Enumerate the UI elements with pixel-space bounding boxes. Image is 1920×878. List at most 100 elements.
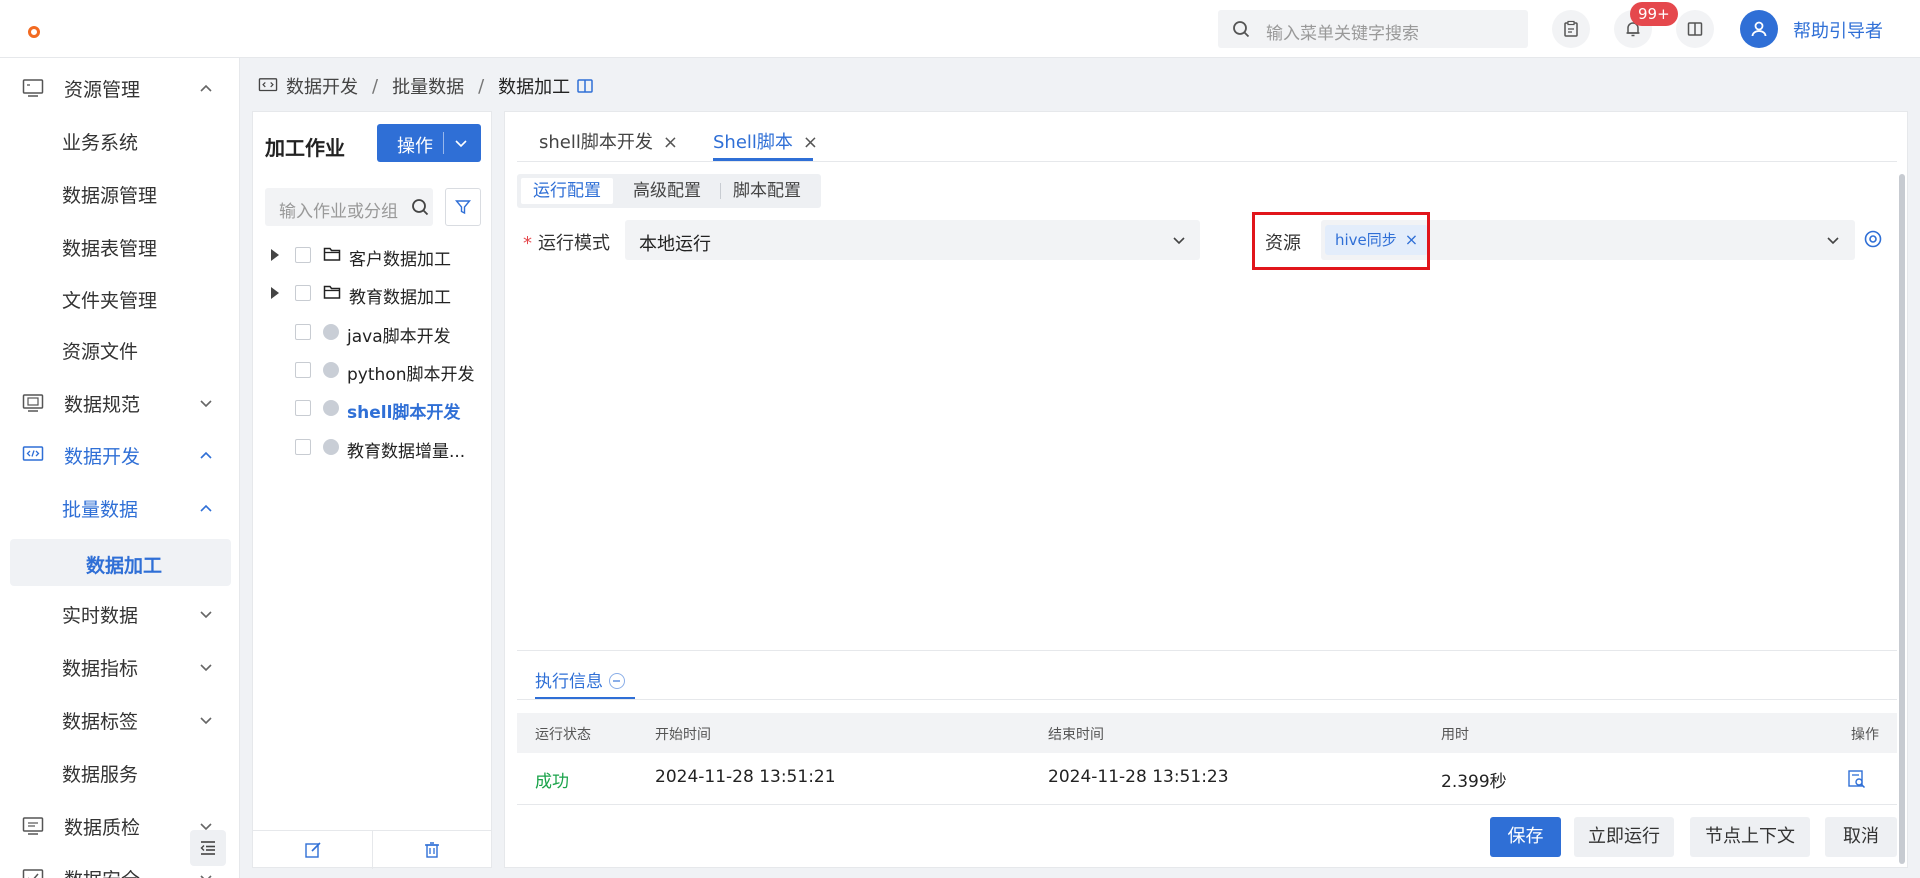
tab-advanced-config[interactable]: 高级配置 [621,178,713,204]
highlight-annotation-box [1252,212,1430,270]
run-status: 成功 [535,772,569,792]
monitor-icon [22,79,44,97]
tab-label: shell脚本开发 [539,132,653,153]
table-row: 成功 2024-11-28 13:51:21 2024-11-28 13:51:… [517,753,1897,805]
sidebar-item-data-service[interactable]: 数据服务 [0,751,239,795]
tree-checkbox[interactable] [295,439,311,455]
run-now-button[interactable]: 立即运行 [1574,817,1674,857]
sidebar-item-data-development[interactable]: 数据开发 [0,433,239,477]
filter-button[interactable] [445,188,481,226]
tab-close-icon[interactable]: × [803,132,818,153]
tab-script-config[interactable]: 脚本配置 [721,178,813,204]
trash-icon [425,842,439,858]
tree-node-label: python脚本开发 [347,365,475,385]
expand-caret-icon[interactable] [271,287,279,299]
breadcrumb-separator: / [478,75,485,97]
tab-run-config[interactable]: 运行配置 [521,178,613,204]
divider [517,699,1897,700]
main-panel: shell脚本开发 × Shell脚本 × 运行配置 高级配置 脚本配置 * 运行模式… [504,111,1908,868]
tree-node-job[interactable]: java脚本开发 [265,313,491,351]
help-doc-button[interactable] [1676,10,1714,48]
doc-book-icon[interactable] [576,77,594,95]
tree-node-label: 教育数据增量... [347,442,466,462]
tree-node-folder[interactable]: 教育数据加工 [265,274,491,312]
operation-dropdown-button[interactable]: 操作 [377,124,481,162]
save-button[interactable]: 保存 [1490,817,1561,857]
menu-search-input[interactable]: 输入菜单关键字搜索 [1218,10,1528,48]
edit-button[interactable] [253,831,372,869]
sidebar-item-datasource[interactable]: 数据源管理 [0,172,239,216]
sidebar-item-data-metric[interactable]: 数据指标 [0,645,239,689]
sidebar-item-datatable[interactable]: 数据表管理 [0,225,239,269]
scrollbar[interactable] [1899,174,1905,864]
sidebar-item-data-processing[interactable]: 数据加工 [10,539,231,586]
job-status-dot-icon [323,400,339,416]
tab-shell-script-dev[interactable]: shell脚本开发 × [539,128,678,154]
search-placeholder: 输入作业或分组 [279,202,398,222]
tree-node-job[interactable]: 教育数据增量... [265,428,491,466]
active-tab-indicator [713,158,813,161]
folder-icon [323,285,341,299]
sidebar-item-realtime-data[interactable]: 实时数据 [0,592,239,636]
user-icon [1751,21,1767,37]
tab-close-icon[interactable]: × [663,132,678,153]
tree-checkbox[interactable] [295,400,311,416]
user-name[interactable]: 帮助引导者 [1793,17,1883,43]
settings-icon[interactable] [1863,229,1883,249]
tab-exec-info[interactable]: 执行信息 [535,667,625,692]
job-status-dot-icon [323,362,339,378]
job-panel-footer [253,830,491,869]
node-context-button[interactable]: 节点上下文 [1690,817,1810,857]
sidebar-item-label: 数据源管理 [62,184,158,207]
duration: 2.399秒 [1441,772,1507,792]
cancel-button[interactable]: 取消 [1825,817,1897,857]
sidebar-item-data-tag[interactable]: 数据标签 [0,698,239,742]
tree-checkbox[interactable] [295,362,311,378]
delete-button[interactable] [372,831,491,869]
job-status-dot-icon [323,324,339,340]
tab-label: Shell脚本 [713,132,793,153]
sidebar-item-batch-data[interactable]: 批量数据 [0,486,239,530]
sidebar-item-label: 数据安全 [64,865,140,878]
sidebar-item-label: 资源管理 [64,78,141,101]
chevron-down-icon [200,400,212,408]
tab-shell-script[interactable]: Shell脚本 × [713,128,818,154]
sidebar-item-business-system[interactable]: 业务系统 [0,119,239,163]
collapse-minus-icon[interactable] [609,673,625,689]
tree-node-job-selected[interactable]: shell脚本开发 [265,389,491,427]
sidebar-item-data-standard[interactable]: 数据规范 [0,381,239,425]
view-log-icon[interactable] [1847,769,1867,789]
app-logo[interactable] [28,26,40,38]
search-icon [1233,21,1250,38]
sidebar-collapse-button[interactable] [190,830,226,866]
tree-checkbox[interactable] [295,247,311,263]
sidebar-item-folder[interactable]: 文件夹管理 [0,277,239,321]
sidebar-item-resource-file[interactable]: 资源文件 [0,328,239,372]
tree-checkbox[interactable] [295,324,311,340]
sidebar-item-resource-management[interactable]: 资源管理 [0,66,239,110]
tree-node-job[interactable]: python脚本开发 [265,351,491,389]
run-mode-select[interactable]: 本地运行 [625,220,1200,260]
tree-node-folder[interactable]: 客户数据加工 [265,236,491,274]
code-monitor-icon [258,78,278,92]
chevron-down-icon [200,717,212,725]
task-button[interactable] [1552,10,1590,48]
column-header: 运行状态 [535,727,591,743]
sidebar-item-label: 数据标签 [62,710,139,733]
job-panel-title: 加工作业 [265,136,345,160]
search-icon [412,199,429,216]
clipboard-icon [1564,20,1578,37]
operation-label: 操作 [397,136,433,157]
column-header: 结束时间 [1048,727,1104,743]
menu-fold-icon [200,841,215,855]
chevron-up-icon [200,504,212,512]
tree-checkbox[interactable] [295,285,311,301]
chevron-up-icon [200,451,212,459]
column-header: 用时 [1441,727,1469,743]
avatar[interactable] [1740,10,1778,48]
job-search-input[interactable]: 输入作业或分组 [265,188,433,226]
expand-caret-icon[interactable] [271,249,279,261]
breadcrumb-item[interactable]: 批量数据 [392,73,464,99]
breadcrumb-item[interactable]: 数据开发 [286,73,358,99]
run-mode-label-text: 运行模式 [538,233,610,254]
